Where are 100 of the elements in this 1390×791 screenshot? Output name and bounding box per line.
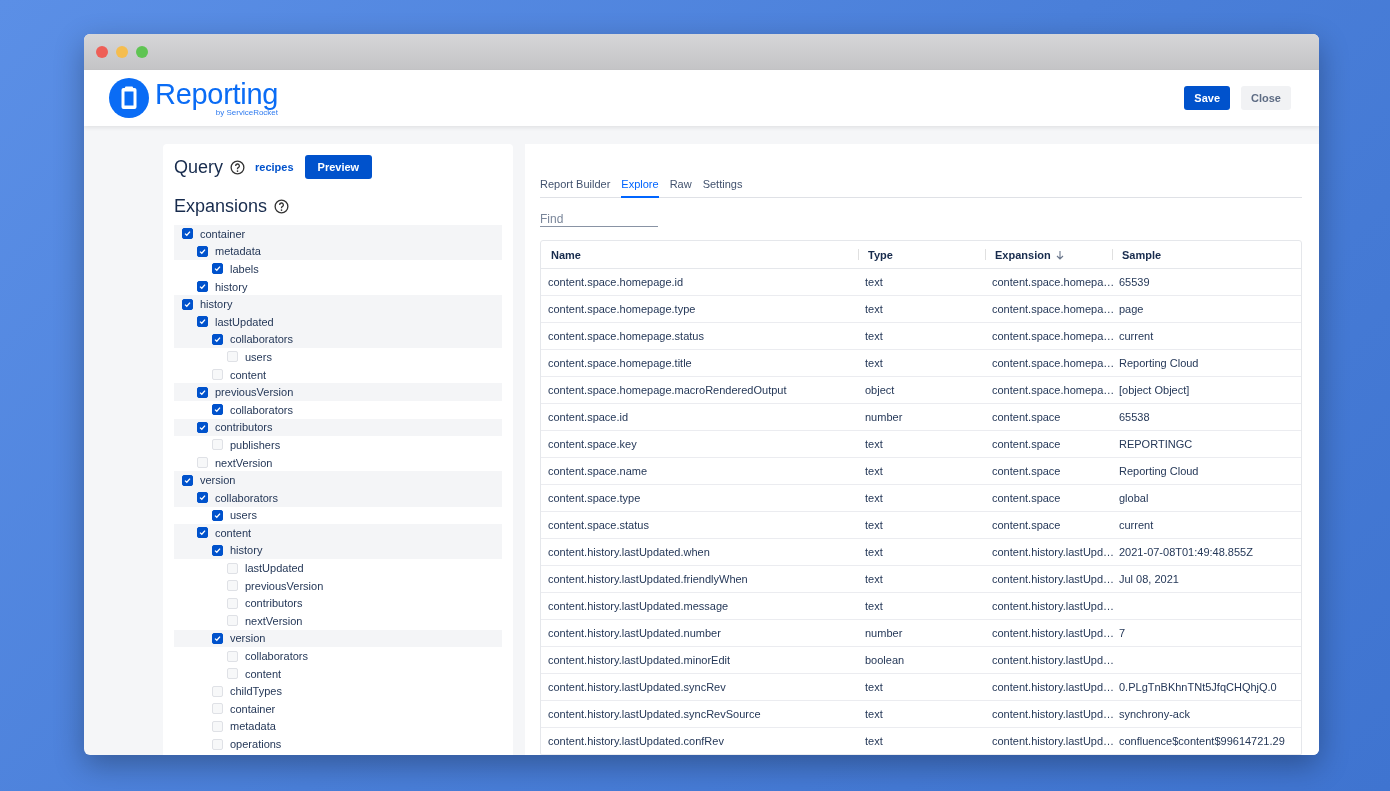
tree-item-label: history	[200, 298, 233, 311]
section-title: Expansions	[174, 195, 268, 217]
sort-arrow-icon[interactable]	[1054, 249, 1065, 260]
table-cell: text	[858, 458, 985, 485]
table-cell: Jul 08, 2021	[1112, 566, 1301, 593]
table-cell: content.space.homepa…	[985, 377, 1112, 404]
table-cell: text	[858, 701, 985, 728]
table-cell: content.history.lastUpdated.when	[541, 539, 858, 566]
section-title: Query	[174, 156, 224, 178]
tree-item-label: users	[230, 509, 257, 522]
table-cell: content.space.key	[541, 431, 858, 458]
table-cell: content.history.lastUpd…	[985, 701, 1112, 728]
table-cell: number	[858, 404, 985, 431]
column-header[interactable]: Name	[541, 241, 858, 269]
checkbox[interactable]	[212, 263, 223, 275]
table-cell: Reporting Cloud	[1112, 350, 1301, 377]
table-cell: text	[858, 728, 985, 755]
table-cell: content.space.homepa…	[985, 296, 1112, 323]
tree-item-label: publishers	[230, 438, 281, 451]
clipboard-logo-icon	[109, 78, 149, 118]
tree-item-label: version	[200, 474, 236, 487]
table-cell: text	[858, 674, 985, 701]
checkbox[interactable]	[212, 333, 223, 345]
checkbox[interactable]	[197, 316, 208, 328]
tree-item-label: nextVersion	[245, 614, 303, 627]
tree-item-label: content	[230, 368, 267, 381]
tab[interactable]: Raw	[669, 178, 692, 198]
tree-item-label: collaborators	[230, 333, 293, 346]
table-cell: content.space.homepage.title	[541, 350, 858, 377]
checkbox[interactable]	[197, 527, 208, 539]
table-cell: content.history.lastUpdated.message	[541, 593, 858, 620]
table-cell: boolean	[858, 647, 985, 674]
tree-item-label: container	[200, 227, 246, 240]
table-cell: 65539	[1112, 269, 1301, 296]
tree-item-label: content	[215, 526, 252, 539]
table-cell: content.space.homepa…	[985, 269, 1112, 296]
table-cell: text	[858, 539, 985, 566]
checkbox[interactable]	[182, 228, 193, 240]
table-cell: content.history.lastUpdated.syncRevSource	[541, 701, 858, 728]
tree-item-label: contributors	[245, 597, 303, 610]
checkbox[interactable]	[182, 474, 193, 486]
table-cell: content.history.lastUpd…	[985, 566, 1112, 593]
table-cell: content.space.homepa…	[985, 323, 1112, 350]
checkbox[interactable]	[197, 421, 208, 433]
column-header[interactable]: Expansion	[985, 241, 1112, 269]
tree-item-label: labels	[230, 263, 259, 275]
table-cell: content.history.lastUpdated.minorEdit	[541, 647, 858, 674]
checkbox[interactable]	[212, 632, 223, 644]
tree-item-label: nextVersion	[215, 456, 273, 469]
table-cell: text	[858, 512, 985, 539]
table-cell: content.history.lastUpd…	[985, 539, 1112, 566]
table-cell: content.space.homepage.macroRenderedOutput	[541, 377, 858, 404]
table-cell: synchrony-ack	[1112, 701, 1301, 728]
help-icon[interactable]	[230, 159, 246, 175]
recipes-link[interactable]: recipes	[255, 161, 294, 173]
tree-item-label: version	[230, 632, 266, 645]
table-cell: text	[858, 296, 985, 323]
column-header[interactable]: Type	[858, 241, 985, 269]
table-cell: content.space	[985, 512, 1112, 539]
table-cell: content.space.homepage.status	[541, 323, 858, 350]
tree-item-label: content	[245, 667, 282, 680]
tab[interactable]: Report Builder	[540, 178, 611, 198]
table-cell: content.history.lastUpd…	[985, 620, 1112, 647]
checkbox[interactable]	[212, 545, 223, 556]
help-icon[interactable]	[274, 198, 290, 214]
checkbox[interactable]	[212, 509, 223, 521]
tree-item-label: childTypes	[230, 685, 282, 698]
table-cell: content.space.homepage.id	[541, 269, 858, 296]
tree-item-label: collaborators	[215, 491, 278, 504]
find-field[interactable]: Find	[540, 212, 658, 227]
checkbox[interactable]	[197, 281, 208, 293]
tree-item-label: previousVersion	[245, 579, 324, 592]
tree-item-label: previousVersion	[215, 386, 294, 399]
checkbox[interactable]	[197, 245, 208, 257]
table-cell: current	[1112, 512, 1301, 539]
tab[interactable]: Explore	[621, 178, 659, 198]
table-cell: content.space.id	[541, 404, 858, 431]
tab[interactable]: Settings	[702, 178, 743, 198]
table-cell: content.space.homepage.type	[541, 296, 858, 323]
close-button[interactable]: Close	[1241, 86, 1291, 110]
table-cell: page	[1112, 296, 1301, 323]
table-cell: content.space.status	[541, 512, 858, 539]
table-cell: content.space	[985, 431, 1112, 458]
table-cell: confluence$content$99614721.29	[1112, 728, 1301, 755]
table-cell: content.history.lastUpdated.confRev	[541, 728, 858, 755]
checkbox[interactable]	[182, 298, 193, 310]
checkbox[interactable]	[197, 386, 208, 398]
table-cell: content.history.lastUpd…	[985, 593, 1112, 620]
table-cell: content.space	[985, 458, 1112, 485]
tree-item-label: metadata	[230, 720, 276, 733]
checkbox[interactable]	[212, 404, 223, 416]
checkbox[interactable]	[197, 492, 208, 504]
table-cell: content.space.name	[541, 458, 858, 485]
save-button[interactable]: Save	[1184, 86, 1231, 110]
table-cell: text	[858, 485, 985, 512]
tree-item-label: collaborators	[245, 650, 308, 663]
column-header[interactable]: Sample	[1112, 241, 1301, 269]
table-cell: text	[858, 350, 985, 377]
preview-button[interactable]: Preview	[304, 155, 373, 179]
table-cell: content.history.lastUpdated.syncRev	[541, 674, 858, 701]
